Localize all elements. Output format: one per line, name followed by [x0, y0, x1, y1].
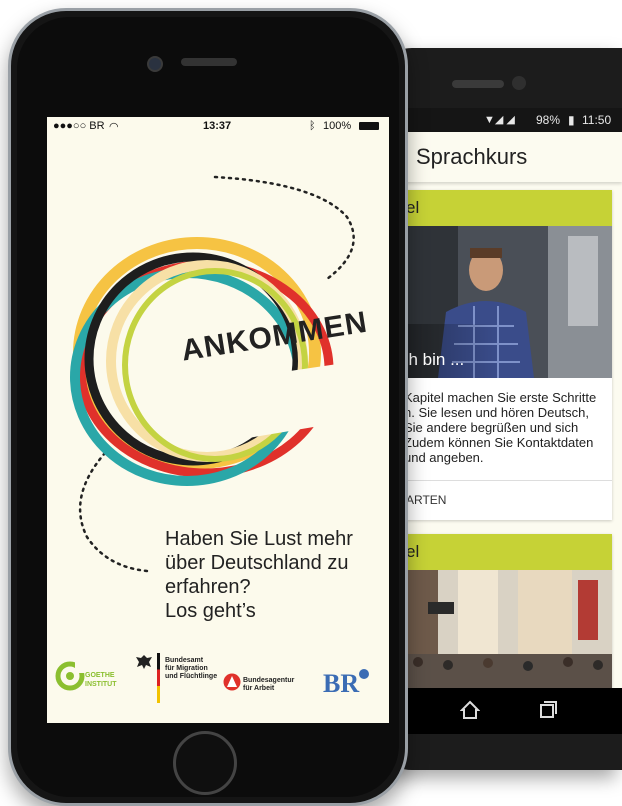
- card-photo: [398, 570, 612, 688]
- description-line: Kapitel machen Sie erste Schritte: [404, 390, 597, 405]
- card-header: el: [398, 534, 612, 570]
- chapter-card[interactable]: el ch bin ... Kapitel machen Sie erste S…: [398, 190, 612, 520]
- bamf-line: für Migration: [165, 665, 208, 672]
- bundesagentur-text: Bundesagentur für Arbeit: [243, 677, 294, 693]
- bundesagentur-logo-icon: [223, 673, 241, 691]
- carrier: ●●●○○ BR: [53, 120, 105, 132]
- bamf-text: Bundesamt für Migration und Flüchtlinge: [165, 657, 217, 681]
- front-camera: [147, 56, 163, 72]
- chapter-card[interactable]: el: [398, 534, 612, 688]
- goethe-line: INSTITUT: [85, 681, 117, 688]
- description-line: Sie andere begrüßen und sich: [404, 420, 579, 435]
- recents-nav-icon[interactable]: [538, 700, 558, 720]
- android-phone: ▼◢ ◢ 98% ▮ 11:50 Sprachkurs el ch bin ..…: [372, 48, 622, 770]
- android-status-bar: ▼◢ ◢ 98% ▮ 11:50: [398, 108, 622, 132]
- ba-line: für Arbeit: [243, 685, 275, 692]
- description-line: und angeben.: [404, 450, 484, 465]
- status-time: 13:37: [203, 120, 232, 132]
- federal-eagle-icon: [136, 655, 152, 669]
- card-description: Kapitel machen Sie erste Schritte n. Sie…: [404, 390, 609, 465]
- partner-logos: GOETHE INSTITUT Bundesamt für Migration …: [47, 647, 389, 717]
- card-image-caption: ch bin ...: [400, 350, 465, 369]
- start-button-label: ARTEN: [406, 493, 447, 507]
- german-flag-stripe: [157, 653, 160, 703]
- headline: Haben Sie Lust mehr über Deutschland zu …: [165, 527, 385, 623]
- battery-level: 100%: [323, 120, 352, 132]
- bamf-line: Bundesamt: [165, 657, 204, 664]
- description-line: n. Sie lesen und hören Deutsch,: [404, 405, 590, 420]
- app-title: Sprachkurs: [416, 144, 528, 169]
- android-screen: ▼◢ ◢ 98% ▮ 11:50 Sprachkurs el ch bin ..…: [398, 108, 622, 688]
- battery-level: 98%: [536, 113, 561, 127]
- headline-line: erfahren?: [165, 576, 251, 598]
- goethe-line: GOETHE: [85, 672, 115, 679]
- br-logo: BR: [323, 669, 360, 698]
- goethe-institut-text: GOETHE INSTITUT: [85, 671, 117, 689]
- app-bar: Sprachkurs: [398, 132, 622, 182]
- android-camera: [512, 76, 526, 90]
- goethe-logo-icon: [55, 661, 85, 691]
- battery-icon: [359, 122, 379, 130]
- iphone-screen: ●●●○○ BR ◠ 13:37 ᛒ 100% ANKOMMEN Haben S…: [47, 117, 389, 723]
- home-nav-icon[interactable]: [460, 700, 480, 720]
- battery-icon: ▮: [568, 113, 575, 127]
- start-button[interactable]: ARTEN: [398, 480, 612, 519]
- iphone: ●●●○○ BR ◠ 13:37 ᛒ 100% ANKOMMEN Haben S…: [8, 8, 408, 806]
- headline-line: Haben Sie Lust mehr: [165, 528, 353, 550]
- bluetooth-icon: ᛒ: [309, 120, 316, 132]
- signal-icon: ▼◢ ◢: [484, 114, 515, 126]
- android-speaker: [452, 80, 504, 88]
- headline-line: Los geht’s: [165, 600, 256, 622]
- android-nav-bar: [398, 688, 622, 734]
- wifi-icon: ◠: [109, 121, 119, 133]
- ba-line: Bundesagentur: [243, 677, 295, 684]
- status-time: 11:50: [582, 113, 612, 127]
- home-button[interactable]: [173, 731, 237, 795]
- earpiece-speaker: [181, 58, 237, 66]
- br-logo-mark-icon: [359, 669, 369, 679]
- bamf-line: und Flüchtlinge: [165, 673, 218, 680]
- description-line: Zudem können Sie Kontaktdaten: [404, 435, 594, 450]
- headline-line: über Deutschland zu: [165, 552, 349, 574]
- card-header: el: [398, 190, 612, 226]
- ios-status-bar: ●●●○○ BR ◠ 13:37 ᛒ 100%: [47, 117, 389, 135]
